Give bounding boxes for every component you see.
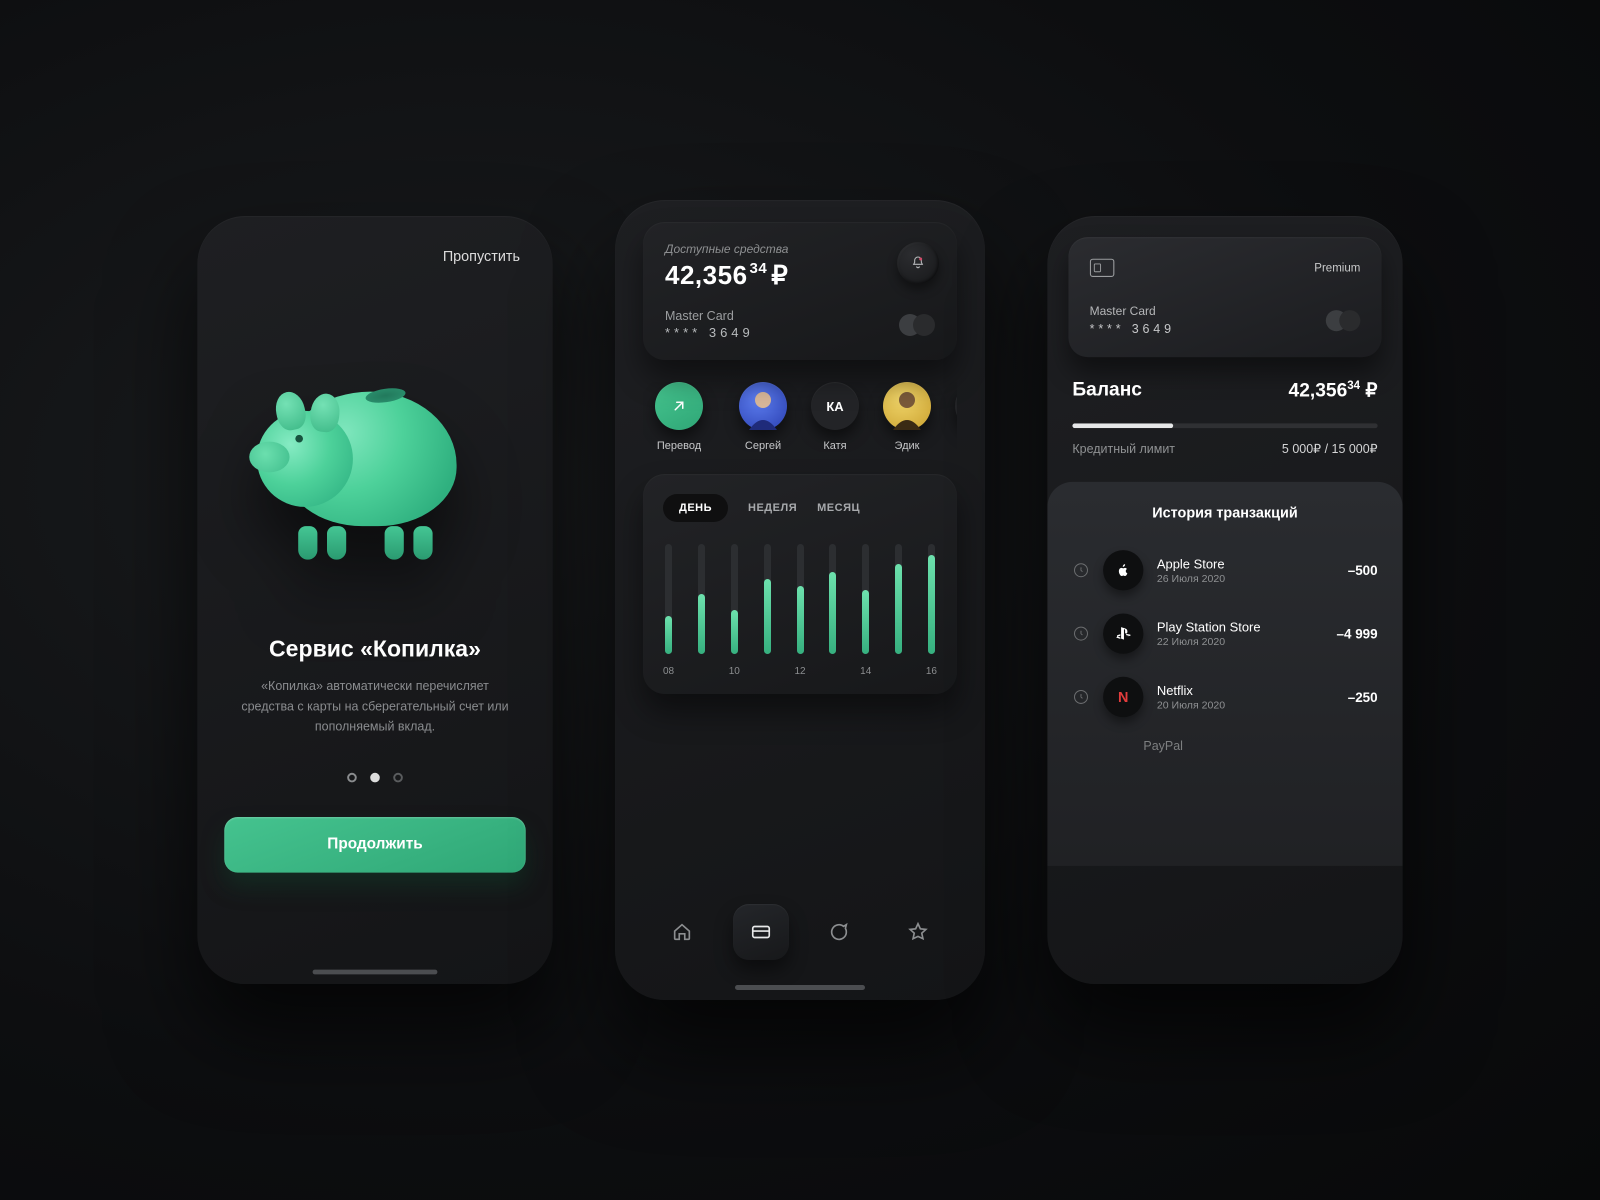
chat-icon <box>828 921 850 943</box>
onboarding-description: «Копилка» автоматически перечисляет сред… <box>224 677 525 737</box>
balance-screen: Premium Master Card **** 3649 Баланс 42,… <box>1047 216 1402 984</box>
transactions-panel: История транзакций Apple Store 26 Июля 20… <box>1047 482 1402 866</box>
notifications-button[interactable] <box>897 242 939 284</box>
transfer-button[interactable]: Перевод <box>643 382 715 452</box>
card-number-masked: **** 3649 <box>1090 322 1175 336</box>
star-icon <box>907 921 929 943</box>
transaction-amount: –4 999 <box>1337 626 1378 641</box>
bar: 10 <box>729 544 740 678</box>
transaction-date: 22 Июля 2020 <box>1157 636 1261 648</box>
bar <box>829 544 836 678</box>
bar: 14 <box>860 544 871 678</box>
balance-amount: 42,35634 ₽ <box>1289 378 1378 402</box>
bar: 16 <box>926 544 937 678</box>
period-tabs: ДЕНЬ НЕДЕЛЯ МЕСЯЦ <box>663 494 937 522</box>
merchant-icon <box>1103 613 1143 653</box>
transaction-row[interactable]: Apple Store 26 Июля 2020 –500 <box>1072 539 1377 602</box>
tab-week[interactable]: НЕДЕЛЯ <box>748 502 797 514</box>
dashboard-screen: Доступные средства 42,35634₽ Master Card… <box>615 200 985 1000</box>
continue-button[interactable]: Продолжить <box>224 817 525 873</box>
contact-avatar[interactable]: КА Катя <box>799 382 871 452</box>
home-indicator[interactable] <box>735 985 865 990</box>
bar: 12 <box>794 544 805 678</box>
home-icon <box>671 921 693 943</box>
bar: 08 <box>663 544 674 678</box>
quick-contacts: Перевод Сергей КА Катя Эдик ЮЧ <box>643 382 957 452</box>
card-tier: Premium <box>1314 261 1360 274</box>
merchant-name: Play Station Store <box>1157 620 1261 634</box>
funds-label: Доступные средства <box>665 242 935 256</box>
bar <box>764 544 771 678</box>
card-number-masked: **** 3649 <box>665 325 754 340</box>
onboarding-title: Сервис «Копилка» <box>224 636 525 663</box>
contact-avatar[interactable]: ЮЧ Юлия <box>943 382 957 452</box>
transaction-amount: –500 <box>1348 563 1378 578</box>
home-indicator[interactable] <box>313 970 438 975</box>
contact-avatar[interactable]: Сергей <box>727 382 799 452</box>
tab-day[interactable]: ДЕНЬ <box>663 494 728 522</box>
nav-home[interactable] <box>654 904 710 960</box>
transaction-row[interactable]: Play Station Store 22 Июля 2020 –4 999 <box>1072 602 1377 665</box>
nav-favorites[interactable] <box>890 904 946 960</box>
transaction-date: 20 Июля 2020 <box>1157 699 1225 711</box>
bar-chart: 0810121416 <box>663 548 937 678</box>
clock-icon <box>1072 562 1089 579</box>
bottom-nav <box>643 904 957 960</box>
clock-icon <box>1072 625 1089 642</box>
available-funds-card: Доступные средства 42,35634₽ Master Card… <box>643 222 957 360</box>
transactions-title: История транзакций <box>1072 505 1377 521</box>
bell-icon <box>910 255 926 271</box>
credit-limit-label: Кредитный лимит <box>1072 442 1175 457</box>
arrow-up-right-icon <box>655 382 703 430</box>
chip-icon <box>1090 258 1115 277</box>
piggy-bank-illustration <box>224 310 525 617</box>
transaction-date: 26 Июля 2020 <box>1157 573 1225 585</box>
credit-limit-bar <box>1072 423 1377 428</box>
spending-chart-card: ДЕНЬ НЕДЕЛЯ МЕСЯЦ 0810121416 <box>643 474 957 694</box>
nav-chat[interactable] <box>811 904 867 960</box>
credit-limit-value: 5 000₽ / 15 000₽ <box>1282 442 1378 457</box>
card-brand: Master Card <box>665 309 754 323</box>
onboarding-screen: Пропустить Сервис «Копилка» «Копилка» ав… <box>197 216 552 984</box>
card-brand: Master Card <box>1090 304 1175 317</box>
skip-link[interactable]: Пропустить <box>443 249 520 265</box>
bar <box>698 544 705 678</box>
mastercard-icon <box>899 314 935 336</box>
contact-avatar[interactable]: Эдик <box>871 382 943 452</box>
mastercard-icon <box>1326 310 1361 331</box>
balance-label: Баланс <box>1072 379 1142 401</box>
transaction-row-more[interactable]: PayPal <box>1072 729 1377 753</box>
transaction-amount: –250 <box>1348 689 1378 704</box>
page-dots[interactable] <box>224 773 525 783</box>
merchant-icon: N <box>1103 677 1143 717</box>
merchant-name: Apple Store <box>1157 556 1225 570</box>
nav-cards[interactable] <box>733 904 789 960</box>
credit-card[interactable]: Premium Master Card **** 3649 <box>1069 237 1382 357</box>
funds-amount: 42,35634₽ <box>665 260 935 291</box>
merchant-name: Netflix <box>1157 683 1225 697</box>
card-icon <box>750 921 772 943</box>
merchant-icon <box>1103 550 1143 590</box>
tab-month[interactable]: МЕСЯЦ <box>817 502 860 514</box>
bar <box>895 544 902 678</box>
transaction-row[interactable]: N Netflix 20 Июля 2020 –250 <box>1072 665 1377 728</box>
clock-icon <box>1072 688 1089 705</box>
